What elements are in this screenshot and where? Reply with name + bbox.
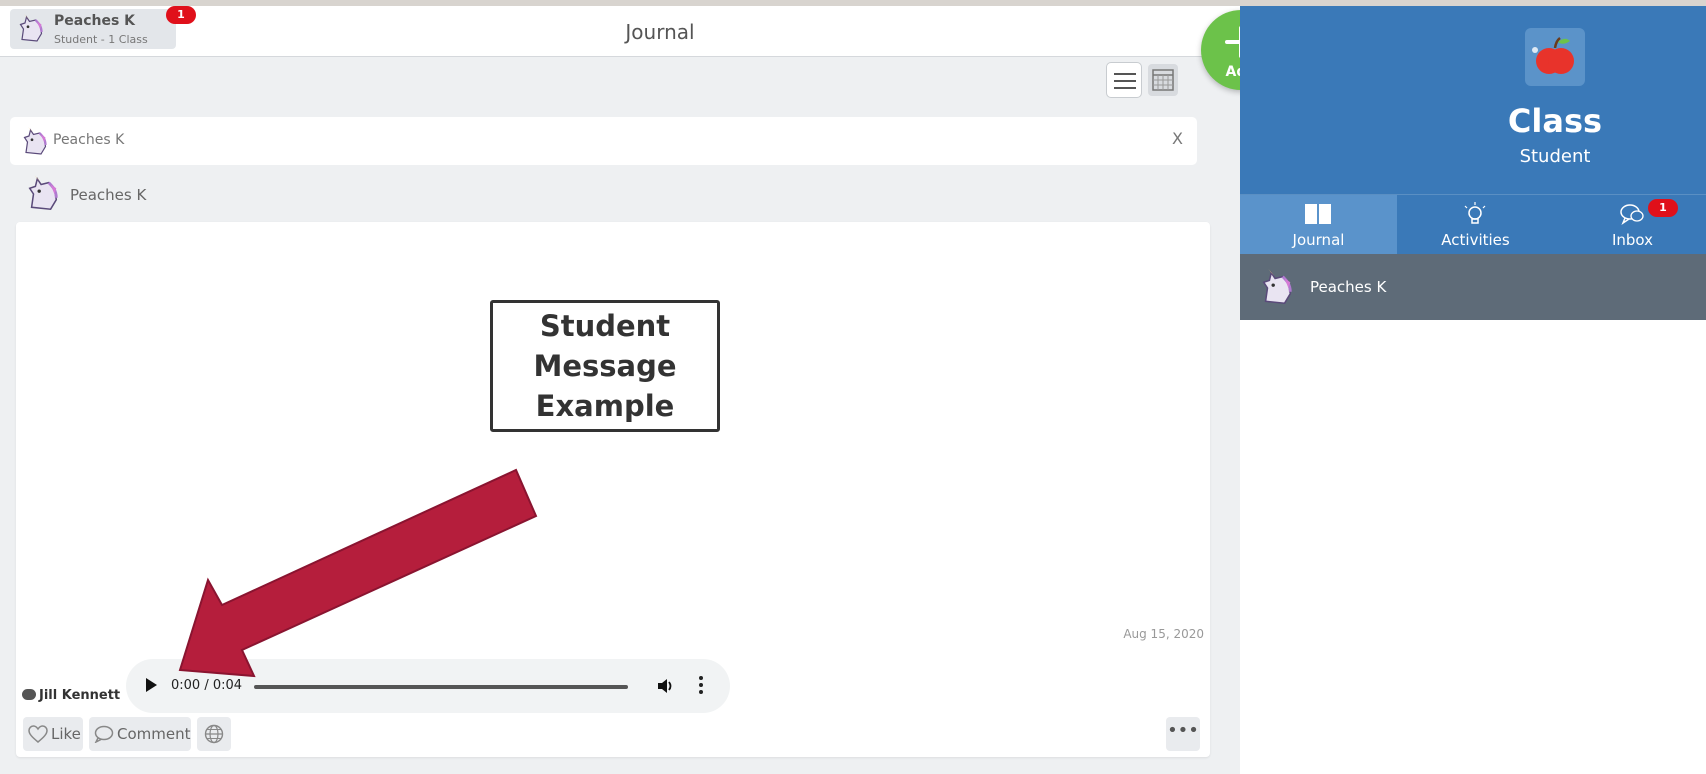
student-filter: Peaches K X	[10, 117, 1197, 165]
journal-column: Peaches K Student - 1 Class 1 Journal Pe…	[0, 6, 1240, 774]
message-line: Example	[535, 389, 675, 423]
list-view-button[interactable]	[1106, 62, 1142, 98]
inbox-badge: 1	[1648, 199, 1678, 217]
class-panel: Class Student Journal Activities 1 Inbox…	[1240, 6, 1706, 774]
post-date: Aug 15, 2020	[1123, 627, 1204, 641]
view-toggle	[1106, 62, 1180, 100]
globe-icon	[204, 724, 224, 744]
audio-time: 0:00 / 0:04	[171, 678, 243, 693]
tab-label: Activities	[1441, 231, 1510, 249]
audio-player: 0:00 / 0:04	[126, 659, 730, 713]
class-name: Class	[1507, 102, 1603, 140]
class-tabs: Journal Activities 1 Inbox	[1240, 194, 1706, 254]
volume-icon[interactable]	[656, 677, 676, 695]
tab-inbox[interactable]: 1 Inbox	[1554, 195, 1706, 254]
user-name: Peaches K	[54, 13, 136, 29]
translate-button[interactable]	[197, 717, 231, 751]
message-line: Student	[539, 309, 671, 343]
clear-filter-button[interactable]: X	[1172, 129, 1183, 148]
student-name: Peaches K	[1310, 278, 1387, 296]
user-switcher[interactable]: Peaches K Student - 1 Class	[10, 9, 176, 49]
unicorn-avatar-icon	[24, 174, 62, 214]
top-bar: Peaches K Student - 1 Class 1 Journal	[0, 6, 1240, 57]
comment-button[interactable]: Comment	[89, 717, 191, 751]
commenter-name: Jill Kennett	[39, 688, 121, 703]
play-icon[interactable]	[146, 678, 157, 692]
calendar-icon	[1152, 69, 1174, 91]
more-vertical-icon[interactable]	[699, 676, 703, 696]
tab-activities[interactable]: Activities	[1397, 195, 1554, 254]
message-line: Message	[533, 349, 677, 383]
comment-icon	[94, 725, 114, 743]
list-line	[1114, 73, 1136, 75]
lightbulb-icon	[1464, 202, 1486, 224]
notification-badge: 1	[166, 6, 196, 24]
like-label: Like	[51, 725, 81, 743]
comment-label: Comment	[117, 725, 191, 743]
comment-author: Jill Kennett	[22, 688, 120, 703]
book-icon	[1305, 204, 1331, 224]
post-image: Student Message Example	[490, 300, 720, 432]
list-line	[1114, 80, 1136, 82]
like-button[interactable]: Like	[23, 717, 83, 751]
unicorn-avatar-icon	[16, 14, 46, 44]
tab-journal[interactable]: Journal	[1240, 195, 1397, 254]
class-header: Class Student	[1240, 6, 1706, 194]
filter-student-name: Peaches K	[53, 132, 125, 148]
unicorn-avatar-icon	[1258, 268, 1296, 308]
student-list-item[interactable]: Peaches K	[1240, 254, 1706, 320]
more-options-button[interactable]: •••	[1166, 717, 1200, 751]
chat-icon	[1620, 204, 1644, 225]
page-title: Journal	[625, 20, 695, 44]
tab-label: Journal	[1292, 231, 1345, 249]
tab-label: Inbox	[1611, 231, 1654, 249]
list-line	[1114, 87, 1136, 89]
class-role: Student	[1519, 146, 1591, 167]
calendar-view-button[interactable]	[1148, 64, 1178, 96]
heart-icon	[28, 725, 48, 743]
journal-post: Student Message Example Aug 15, 2020 Jil…	[16, 222, 1210, 757]
comment-bubble-icon	[22, 689, 36, 700]
audio-progress-bar[interactable]	[254, 685, 628, 689]
post-author: Peaches K	[70, 186, 147, 204]
unicorn-avatar-icon	[20, 127, 50, 157]
apple-icon	[1525, 28, 1585, 86]
user-subtitle: Student - 1 Class	[54, 33, 148, 46]
app-frame: Peaches K Student - 1 Class 1 Journal Pe…	[0, 6, 1706, 774]
